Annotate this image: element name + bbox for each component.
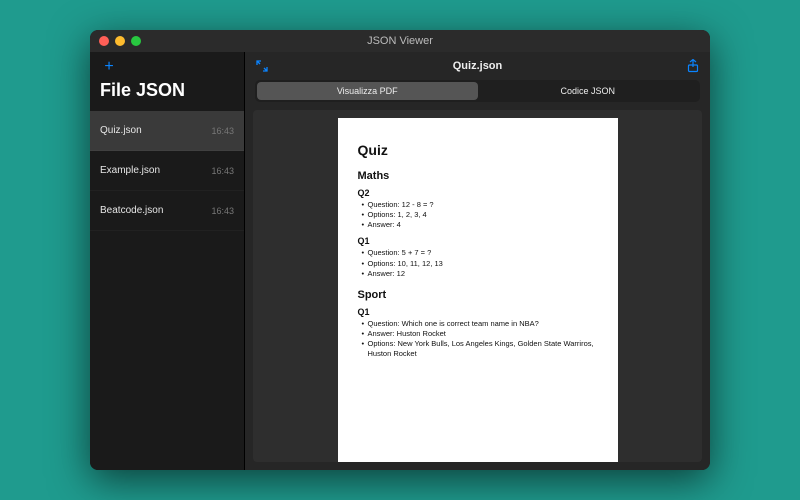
doc-line: Options: New York Bulls, Los Angeles Kin… <box>362 339 598 359</box>
titlebar: JSON Viewer <box>90 30 710 52</box>
doc-line: Question: 12 - 8 = ? <box>362 200 598 210</box>
doc-question-lines: Question: Which one is correct team name… <box>358 319 598 360</box>
fullscreen-icon[interactable] <box>253 57 271 75</box>
doc-line: Answer: 4 <box>362 220 598 230</box>
plus-icon: + <box>104 58 113 76</box>
view-mode-tab[interactable]: Visualizza PDF <box>257 82 478 100</box>
content-area: + File JSON Quiz.json 16:43 Example.json 16… <box>90 52 710 470</box>
doc-section-heading: Maths <box>358 170 598 182</box>
file-time: 16:43 <box>211 126 234 136</box>
zoom-icon[interactable] <box>131 36 141 46</box>
doc-question-lines: Question: 5 + 7 = ?Options: 10, 11, 12, … <box>358 248 598 278</box>
file-name: Quiz.json <box>100 125 142 136</box>
doc-line: Question: Which one is correct team name… <box>362 319 598 329</box>
minimize-icon[interactable] <box>115 36 125 46</box>
doc-line: Question: 5 + 7 = ? <box>362 248 598 258</box>
pdf-page: QuizMathsQ2Question: 12 - 8 = ?Options: … <box>338 118 618 462</box>
doc-question-id: Q1 <box>358 236 598 246</box>
sidebar-file-item[interactable]: Beatcode.json 16:43 <box>90 191 244 231</box>
document-viewer: QuizMathsQ2Question: 12 - 8 = ?Options: … <box>253 110 702 462</box>
doc-section-heading: Sport <box>358 289 598 301</box>
file-name: Example.json <box>100 165 160 176</box>
close-icon[interactable] <box>99 36 109 46</box>
add-file-button[interactable]: + <box>100 58 118 76</box>
doc-line: Options: 10, 11, 12, 13 <box>362 259 598 269</box>
doc-line: Answer: 12 <box>362 269 598 279</box>
sidebar-file-item[interactable]: Quiz.json 16:43 <box>90 111 244 151</box>
doc-line: Options: 1, 2, 3, 4 <box>362 210 598 220</box>
doc-line: Answer: Huston Rocket <box>362 329 598 339</box>
main-toolbar: Quiz.json <box>245 52 710 80</box>
file-name: Beatcode.json <box>100 205 163 216</box>
sidebar-title: File JSON <box>100 80 234 101</box>
doc-question-id: Q1 <box>358 307 598 317</box>
share-icon[interactable] <box>684 57 702 75</box>
window-title: JSON Viewer <box>90 35 710 47</box>
current-file-label: Quiz.json <box>279 60 676 72</box>
traffic-lights <box>90 36 141 46</box>
file-time: 16:43 <box>211 206 234 216</box>
app-window: JSON Viewer + File JSON Quiz.json16:43Ex… <box>90 30 710 470</box>
view-mode-tab[interactable]: Codice JSON <box>478 82 699 100</box>
sidebar-header: + File JSON <box>90 52 244 111</box>
file-time: 16:43 <box>211 166 234 176</box>
view-mode-tabs: Visualizza PDFCodice JSON <box>255 80 700 102</box>
doc-title: Quiz <box>358 142 598 158</box>
main-panel: Quiz.json Visualizza PDFCodice JSON Quiz… <box>245 52 710 470</box>
doc-question-lines: Question: 12 - 8 = ?Options: 1, 2, 3, 4A… <box>358 200 598 230</box>
sidebar: + File JSON Quiz.json 16:43 Example.json 16… <box>90 52 245 470</box>
file-list: Quiz.json16:43Example.json16:43Beatcode.… <box>90 111 244 231</box>
sidebar-file-item[interactable]: Example.json 16:43 <box>90 151 244 191</box>
doc-question-id: Q2 <box>358 188 598 198</box>
